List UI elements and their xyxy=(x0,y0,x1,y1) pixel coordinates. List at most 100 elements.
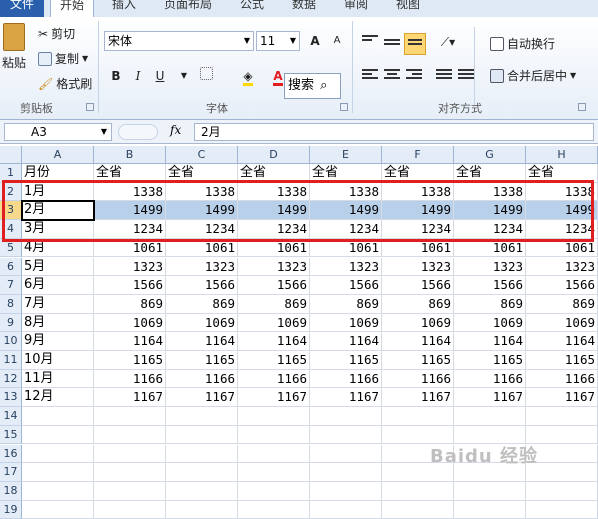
cell-c18[interactable] xyxy=(166,481,238,501)
insert-function-icon[interactable]: fx xyxy=(170,123,181,137)
tab-data[interactable]: 数据 xyxy=(284,0,324,17)
cell-a12[interactable]: 11月 xyxy=(22,369,94,389)
row-header[interactable]: 18 xyxy=(0,481,22,501)
cell-d2[interactable]: 1338 xyxy=(238,182,310,202)
cell-a13[interactable]: 12月 xyxy=(22,388,94,408)
cell-b12[interactable]: 1166 xyxy=(94,369,166,389)
row-header[interactable]: 11 xyxy=(0,351,22,370)
cell-c4[interactable]: 1234 xyxy=(166,220,238,239)
cell-g11[interactable]: 1165 xyxy=(454,351,526,370)
cell-d16[interactable] xyxy=(238,444,310,464)
cell-c17[interactable] xyxy=(166,463,238,482)
cell-h3[interactable]: 1499 xyxy=(526,201,598,221)
cell-e6[interactable]: 1323 xyxy=(310,257,382,277)
cell-b16[interactable] xyxy=(94,444,166,464)
cell-g4[interactable]: 1234 xyxy=(454,220,526,239)
cell-b7[interactable]: 1566 xyxy=(94,276,166,295)
cell-e13[interactable]: 1167 xyxy=(310,388,382,408)
cell-d3[interactable]: 1499 xyxy=(238,201,310,221)
decrease-indent-icon[interactable] xyxy=(436,69,452,81)
cell-g12[interactable]: 1166 xyxy=(454,369,526,389)
paste-button[interactable]: 粘贴 xyxy=(0,23,28,71)
cell-c13[interactable]: 1167 xyxy=(166,388,238,408)
cell-c19[interactable] xyxy=(166,500,238,519)
cell-a11[interactable]: 10月 xyxy=(22,351,94,370)
cell-d8[interactable]: 869 xyxy=(238,294,310,314)
cell-h13[interactable]: 1167 xyxy=(526,388,598,408)
cell-h7[interactable]: 1566 xyxy=(526,276,598,295)
cell-d13[interactable]: 1167 xyxy=(238,388,310,408)
cell-a9[interactable]: 8月 xyxy=(22,313,94,333)
cell-a3[interactable]: 2月 xyxy=(22,201,94,221)
cell-e18[interactable] xyxy=(310,481,382,501)
cell-b17[interactable] xyxy=(94,463,166,482)
underline-dropdown-icon[interactable]: ▼ xyxy=(174,67,194,85)
cell-e16[interactable] xyxy=(310,444,382,464)
row-header[interactable]: 2 xyxy=(0,182,22,202)
cell-a18[interactable] xyxy=(22,481,94,501)
row-header[interactable]: 17 xyxy=(0,463,22,482)
cell-d18[interactable] xyxy=(238,481,310,501)
cell-f18[interactable] xyxy=(382,481,454,501)
align-middle-icon[interactable] xyxy=(384,39,400,51)
cell-e9[interactable]: 1069 xyxy=(310,313,382,333)
cell-b5[interactable]: 1061 xyxy=(94,238,166,258)
cell-h19[interactable] xyxy=(526,500,598,519)
row-header[interactable]: 12 xyxy=(0,369,22,389)
name-box[interactable]: A3 ▼ xyxy=(4,123,112,141)
merge-center-button[interactable]: 合并后居中 ▼ xyxy=(490,67,576,84)
row-header[interactable]: 3 xyxy=(0,201,22,221)
fill-color-button[interactable]: ◈ xyxy=(238,67,258,86)
cell-f6[interactable]: 1323 xyxy=(382,257,454,277)
cell-h14[interactable] xyxy=(526,407,598,426)
column-header-e[interactable]: E xyxy=(310,146,382,164)
cell-h4[interactable]: 1234 xyxy=(526,220,598,239)
cell-h11[interactable]: 1165 xyxy=(526,351,598,370)
cell-f12[interactable]: 1166 xyxy=(382,369,454,389)
cell-h18[interactable] xyxy=(526,481,598,501)
cell-d6[interactable]: 1323 xyxy=(238,257,310,277)
cell-b2[interactable]: 1338 xyxy=(94,182,166,202)
cell-f10[interactable]: 1164 xyxy=(382,332,454,351)
column-header-c[interactable]: C xyxy=(166,146,238,164)
cell-e12[interactable]: 1166 xyxy=(310,369,382,389)
cell-d5[interactable]: 1061 xyxy=(238,238,310,258)
cell-f19[interactable] xyxy=(382,500,454,519)
shrink-font-button[interactable]: A xyxy=(327,32,347,50)
cell-h10[interactable]: 1164 xyxy=(526,332,598,351)
cell-a5[interactable]: 4月 xyxy=(22,238,94,258)
orientation-icon[interactable]: ⟋▾ xyxy=(438,33,458,51)
cell-g14[interactable] xyxy=(454,407,526,426)
cell-h5[interactable]: 1061 xyxy=(526,238,598,258)
cell-b4[interactable]: 1234 xyxy=(94,220,166,239)
cell-a10[interactable]: 9月 xyxy=(22,332,94,351)
cell-e10[interactable]: 1164 xyxy=(310,332,382,351)
cell-g10[interactable]: 1164 xyxy=(454,332,526,351)
cell-f1[interactable]: 全省 xyxy=(382,164,454,183)
format-painter-button[interactable]: 🖌 格式刷 xyxy=(38,75,92,92)
cell-f4[interactable]: 1234 xyxy=(382,220,454,239)
cell-d9[interactable]: 1069 xyxy=(238,313,310,333)
cell-g13[interactable]: 1167 xyxy=(454,388,526,408)
tab-home[interactable]: 开始 xyxy=(50,0,94,17)
row-header[interactable]: 6 xyxy=(0,257,22,277)
cell-d7[interactable]: 1566 xyxy=(238,276,310,295)
cell-b9[interactable]: 1069 xyxy=(94,313,166,333)
cell-d14[interactable] xyxy=(238,407,310,426)
cell-d10[interactable]: 1164 xyxy=(238,332,310,351)
italic-button[interactable]: I xyxy=(128,67,148,85)
cell-b13[interactable]: 1167 xyxy=(94,388,166,408)
cell-c9[interactable]: 1069 xyxy=(166,313,238,333)
cell-g3[interactable]: 1499 xyxy=(454,201,526,221)
row-header[interactable]: 16 xyxy=(0,444,22,464)
cell-e8[interactable]: 869 xyxy=(310,294,382,314)
column-header-h[interactable]: H xyxy=(526,146,598,164)
cell-h9[interactable]: 1069 xyxy=(526,313,598,333)
cell-g7[interactable]: 1566 xyxy=(454,276,526,295)
copy-button[interactable]: 复制 ▼ xyxy=(38,50,88,67)
cell-a2[interactable]: 1月 xyxy=(22,182,94,202)
cell-d19[interactable] xyxy=(238,500,310,519)
cell-e14[interactable] xyxy=(310,407,382,426)
cell-b10[interactable]: 1164 xyxy=(94,332,166,351)
cell-f8[interactable]: 869 xyxy=(382,294,454,314)
